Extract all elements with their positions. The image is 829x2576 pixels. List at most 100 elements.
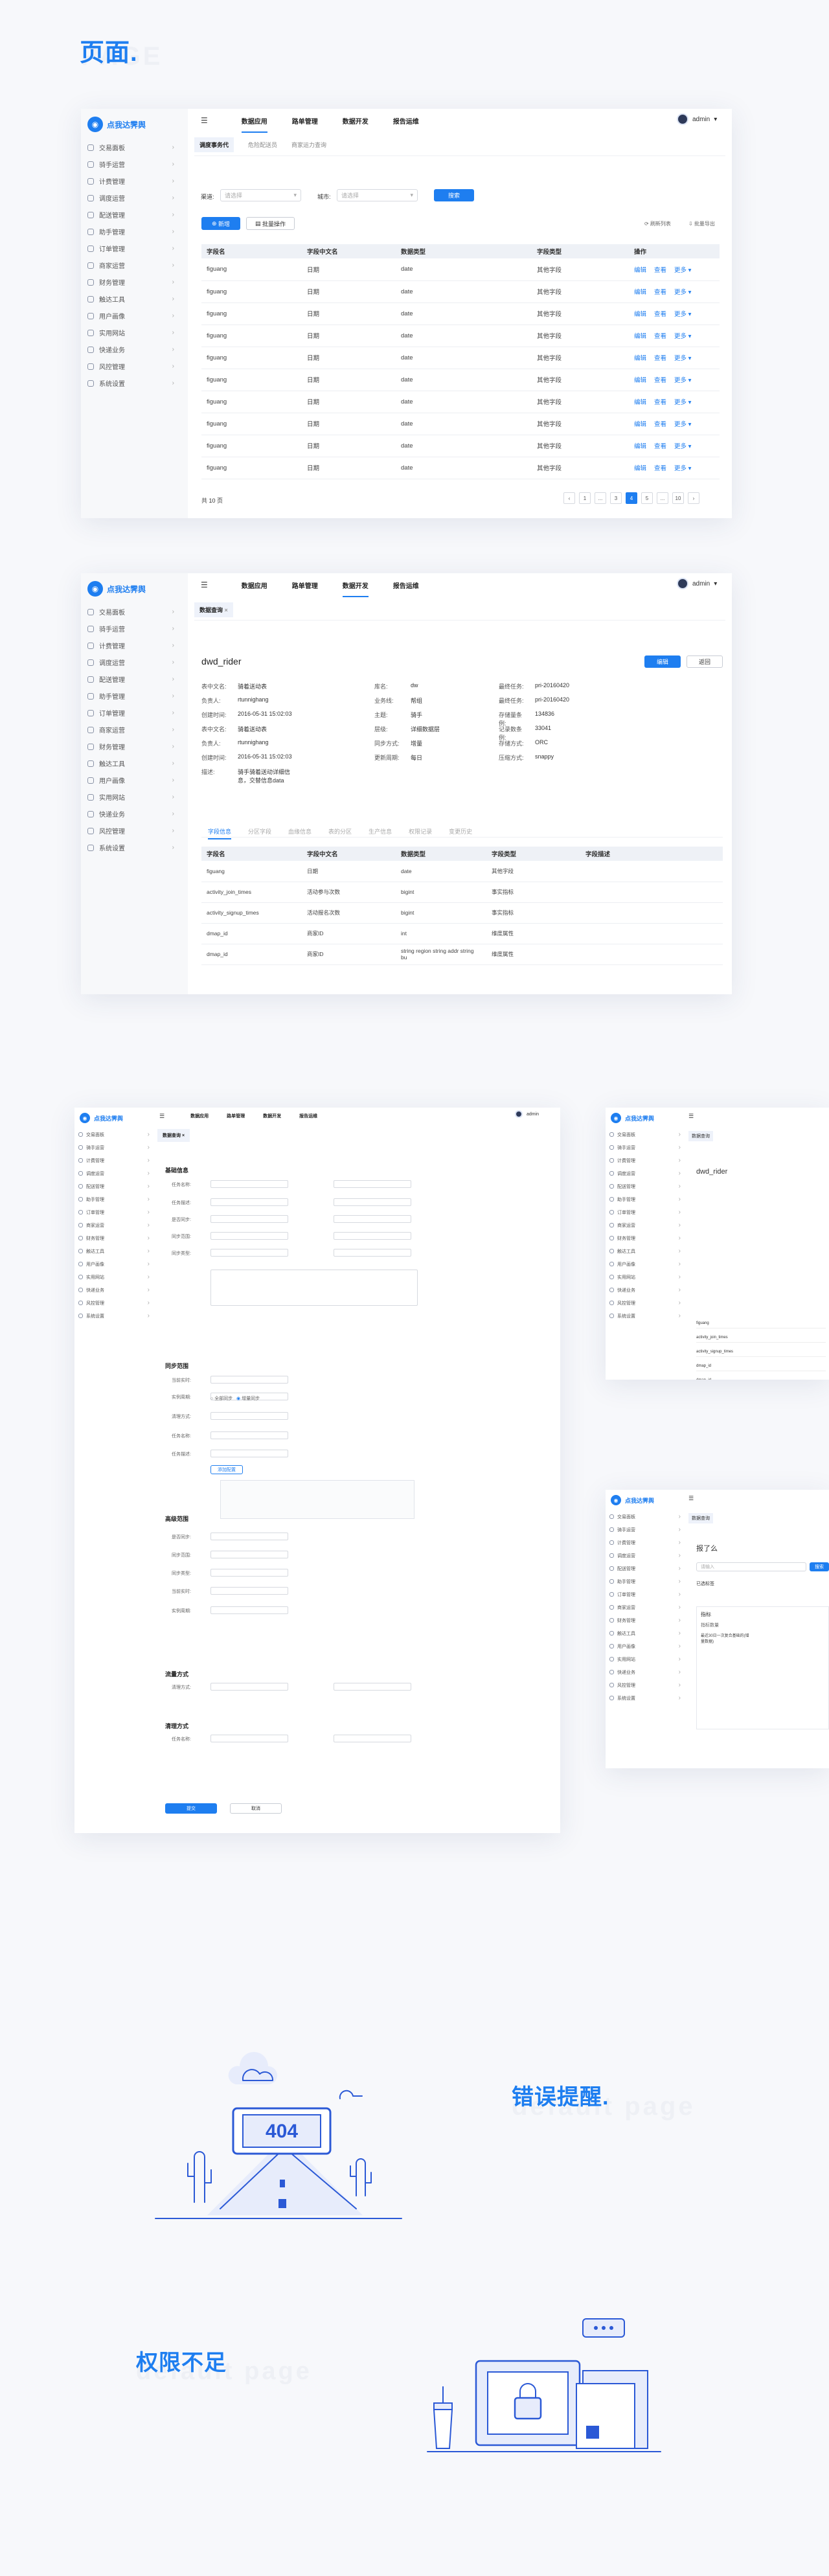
sidebar-item[interactable]: 财务管理 › (87, 742, 174, 751)
form-input[interactable] (210, 1606, 288, 1614)
form-input[interactable] (334, 1683, 411, 1691)
tab-2[interactable]: 危险配送员 (248, 141, 277, 149)
sidebar-item[interactable]: 实用网站 › (609, 1273, 681, 1281)
sidebar-item[interactable]: 订单管理 › (609, 1591, 681, 1598)
sidebar-item[interactable]: 骑手运营 › (78, 1144, 150, 1151)
edit-link[interactable]: 编辑 (634, 355, 646, 362)
sidebar-item[interactable]: 骑手运营 › (609, 1144, 681, 1151)
sidebar-item[interactable]: 订单管理 › (87, 708, 174, 718)
subtab[interactable]: 表的分区 (328, 827, 352, 839)
more-link[interactable]: 更多 ▾ (674, 443, 691, 450)
sidebar-item[interactable]: 交易面板 › (609, 1131, 681, 1138)
page-button[interactable]: 3 (610, 492, 622, 504)
channel-select[interactable]: 请选择 ▾ (220, 189, 301, 201)
view-link[interactable]: 查看 (654, 399, 666, 406)
sidebar-item[interactable]: 风控管理 › (87, 361, 174, 371)
sidebar-item[interactable]: 财务管理 › (87, 277, 174, 287)
subtab[interactable]: 权限记录 (409, 827, 432, 839)
page-button[interactable]: › (688, 492, 699, 504)
sidebar-item[interactable]: 风控管理 › (78, 1299, 150, 1306)
sidebar-item[interactable]: 配送管理 › (609, 1183, 681, 1190)
form-input[interactable] (334, 1198, 411, 1206)
form-input[interactable] (210, 1533, 288, 1540)
sidebar-item[interactable]: 助手管理 › (78, 1196, 150, 1203)
view-link[interactable]: 查看 (654, 267, 666, 274)
search-button[interactable]: 搜索 (434, 189, 474, 201)
sidebar-item[interactable]: 触达工具 › (87, 758, 174, 768)
sidebar-item[interactable]: 快递业务 › (87, 345, 174, 354)
sidebar-item[interactable]: 调度运营 › (78, 1170, 150, 1177)
sidebar-item[interactable]: 计费管理 › (609, 1157, 681, 1164)
more-link[interactable]: 更多 ▾ (674, 377, 691, 384)
sidebar-item[interactable]: 商家运营 › (78, 1222, 150, 1229)
nav-order[interactable]: 路单管理 (227, 1113, 245, 1119)
close-icon[interactable]: × (225, 607, 228, 613)
form-input[interactable] (210, 1412, 288, 1420)
sidebar-item[interactable]: 商家运营 › (609, 1222, 681, 1229)
sidebar-item[interactable]: 助手管理 › (87, 691, 174, 701)
city-select[interactable]: 请选择 ▾ (337, 189, 418, 201)
sidebar-item[interactable]: 商家运营 › (87, 260, 174, 270)
sidebar-item[interactable]: 计费管理 › (87, 176, 174, 186)
edit-link[interactable]: 编辑 (634, 399, 646, 406)
form-input[interactable] (334, 1180, 411, 1188)
sidebar-item[interactable]: 助手管理 › (609, 1578, 681, 1585)
more-link[interactable]: 更多 ▾ (674, 399, 691, 406)
sidebar-item[interactable]: 调度运营 › (609, 1552, 681, 1559)
nav-ops[interactable]: 报告运维 (393, 580, 419, 590)
edit-link[interactable]: 编辑 (634, 289, 646, 296)
back-button[interactable]: 返回 (687, 655, 723, 668)
form-input[interactable] (210, 1180, 288, 1188)
form-input[interactable] (210, 1569, 288, 1577)
view-link[interactable]: 查看 (654, 289, 666, 296)
sidebar-item[interactable]: 配送管理 › (78, 1183, 150, 1190)
subtab[interactable]: 变更历史 (449, 827, 472, 839)
sidebar-item[interactable]: 快递业务 › (609, 1669, 681, 1676)
sidebar-item[interactable]: 交易面板 › (87, 142, 174, 152)
tab-query[interactable]: 数据查询 (688, 1131, 713, 1141)
sidebar-item[interactable]: 助手管理 › (87, 227, 174, 236)
form-input[interactable] (210, 1450, 288, 1457)
subtab[interactable]: 血缘信息 (288, 827, 312, 839)
add-config-button[interactable]: 添加配置 (210, 1465, 243, 1474)
more-link[interactable]: 更多 ▾ (674, 289, 691, 296)
sidebar-item[interactable]: 计费管理 › (78, 1157, 150, 1164)
refresh-action[interactable]: ⟳ 刷新列表 (644, 220, 671, 227)
user-menu[interactable]: admin ▾ (677, 113, 717, 125)
sidebar-item[interactable]: 快递业务 › (87, 809, 174, 819)
subtab[interactable]: 分区字段 (248, 827, 271, 839)
sidebar-item[interactable]: 订单管理 › (609, 1209, 681, 1216)
tab-3[interactable]: 商家运力查询 (291, 141, 326, 149)
menu-icon[interactable]: ☰ (201, 116, 208, 125)
search-button[interactable]: 搜索 (810, 1562, 829, 1571)
sidebar-item[interactable]: 骑手运营 › (609, 1526, 681, 1533)
page-button[interactable]: ... (595, 492, 606, 504)
add-button[interactable]: ⊕ 新增 (201, 217, 240, 230)
form-input[interactable] (334, 1232, 411, 1240)
view-link[interactable]: 查看 (654, 465, 666, 472)
sidebar-item[interactable]: 订单管理 › (87, 244, 174, 253)
nav-ops[interactable]: 报告运维 (393, 116, 419, 126)
tab-query[interactable]: 数据查询 (688, 1513, 713, 1523)
sidebar-item[interactable]: 风控管理 › (609, 1681, 681, 1689)
sidebar-item[interactable]: 用户画像 › (87, 311, 174, 321)
page-button[interactable]: 1 (579, 492, 591, 504)
close-icon[interactable]: × (182, 1134, 185, 1138)
sidebar-item[interactable]: 财务管理 › (609, 1235, 681, 1242)
nav-dev[interactable]: 数据开发 (342, 580, 369, 597)
search-input[interactable]: 请输入 (696, 1562, 806, 1571)
sidebar-item[interactable]: 交易面板 › (87, 607, 174, 617)
sidebar-item[interactable]: 触达工具 › (87, 294, 174, 304)
sidebar-item[interactable]: 实用网站 › (87, 328, 174, 337)
sidebar-item[interactable]: 骑手运营 › (87, 159, 174, 169)
more-link[interactable]: 更多 ▾ (674, 465, 691, 472)
edit-link[interactable]: 编辑 (634, 333, 646, 340)
more-link[interactable]: 更多 ▾ (674, 311, 691, 318)
sidebar-item[interactable]: 调度运营 › (87, 193, 174, 203)
sidebar-item[interactable]: 用户画像 › (78, 1260, 150, 1268)
sidebar-item[interactable]: 系统设置 › (78, 1312, 150, 1319)
tab-query[interactable]: 数据查询 × (194, 602, 233, 617)
nav-data-app[interactable]: 数据应用 (242, 580, 267, 590)
user-menu[interactable]: admin ▾ (677, 578, 717, 589)
edit-link[interactable]: 编辑 (634, 267, 646, 274)
